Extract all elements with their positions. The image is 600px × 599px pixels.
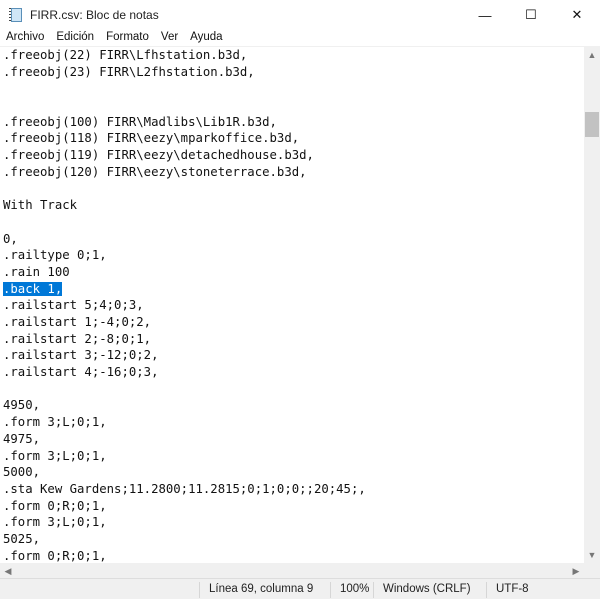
text-line[interactable] xyxy=(0,97,584,114)
text-line[interactable]: .form 3;L;0;1, xyxy=(0,414,584,431)
text-line[interactable]: .freeobj(23) FIRR\L2fhstation.b3d, xyxy=(0,64,584,81)
close-button[interactable]: ✕ xyxy=(554,0,600,30)
selected-text[interactable]: .back 1, xyxy=(3,281,63,296)
menu-archivo[interactable]: Archivo xyxy=(0,30,50,46)
horizontal-scrollbar[interactable]: ◀ ▶ xyxy=(0,563,584,578)
text-line[interactable]: 5000, xyxy=(0,464,584,481)
vertical-scrollbar[interactable]: ▲ ▼ xyxy=(584,47,600,563)
text-line[interactable]: With Track xyxy=(0,197,584,214)
text-line[interactable]: .freeobj(119) FIRR\eezy\detachedhouse.b3… xyxy=(0,147,584,164)
maximize-button[interactable]: ☐ xyxy=(508,0,554,30)
scroll-left-icon[interactable]: ◀ xyxy=(0,563,16,579)
menu-bar: Archivo Edición Formato Ver Ayuda xyxy=(0,30,600,47)
text-line[interactable]: .railstart 5;4;0;3, xyxy=(0,297,584,314)
text-line[interactable]: .form 0;R;0;1, xyxy=(0,548,584,563)
text-line[interactable]: .railstart 1;-4;0;2, xyxy=(0,314,584,331)
title-bar: FIRR.csv: Bloc de notas — ☐ ✕ xyxy=(0,0,600,30)
text-line[interactable]: .form 3;L;0;1, xyxy=(0,448,584,465)
vertical-scroll-thumb[interactable] xyxy=(585,112,599,137)
menu-ver[interactable]: Ver xyxy=(155,30,184,46)
scrollbar-corner xyxy=(584,563,600,578)
text-line[interactable]: .freeobj(120) FIRR\eezy\stoneterrace.b3d… xyxy=(0,164,584,181)
notepad-icon xyxy=(8,7,24,23)
text-line[interactable]: .form 0;R;0;1, xyxy=(0,498,584,515)
menu-edicion[interactable]: Edición xyxy=(50,30,100,46)
text-line[interactable] xyxy=(0,181,584,198)
text-line[interactable] xyxy=(0,80,584,97)
text-line[interactable]: .freeobj(100) FIRR\Madlibs\Lib1R.b3d, xyxy=(0,114,584,131)
text-line[interactable]: 5025, xyxy=(0,531,584,548)
text-line[interactable]: 4975, xyxy=(0,431,584,448)
text-line[interactable]: .rain 100 xyxy=(0,264,584,281)
text-line[interactable] xyxy=(0,381,584,398)
status-bar: Línea 69, columna 9 100% Windows (CRLF) … xyxy=(0,578,600,599)
text-line[interactable]: .railstart 2;-8;0;1, xyxy=(0,331,584,348)
cursor-position: Línea 69, columna 9 xyxy=(199,582,313,598)
text-line[interactable]: .freeobj(118) FIRR\eezy\mparkoffice.b3d, xyxy=(0,130,584,147)
text-line[interactable]: .freeobj(22) FIRR\Lfhstation.b3d, xyxy=(0,47,584,64)
text-line[interactable]: .form 3;L;0;1, xyxy=(0,514,584,531)
menu-ayuda[interactable]: Ayuda xyxy=(184,30,228,46)
scroll-up-icon[interactable]: ▲ xyxy=(584,47,600,63)
encoding: UTF-8 xyxy=(486,582,529,598)
text-editor[interactable]: .freeobj(22) FIRR\Lfhstation.b3d, .freeob… xyxy=(0,47,584,563)
scroll-right-icon[interactable]: ▶ xyxy=(568,563,584,579)
text-line[interactable]: .railtype 0;1, xyxy=(0,247,584,264)
text-line[interactable]: 0, xyxy=(0,231,584,248)
line-ending: Windows (CRLF) xyxy=(373,582,471,598)
minimize-button[interactable]: — xyxy=(462,0,508,30)
text-line[interactable]: .railstart 3;-12;0;2, xyxy=(0,347,584,364)
window-title: FIRR.csv: Bloc de notas xyxy=(30,8,159,22)
text-line[interactable]: .back 1, xyxy=(0,281,584,298)
text-line[interactable]: 4950, xyxy=(0,397,584,414)
text-line[interactable] xyxy=(0,214,584,231)
menu-formato[interactable]: Formato xyxy=(100,30,155,46)
zoom-level: 100% xyxy=(330,582,369,598)
text-line[interactable]: .railstart 4;-16;0;3, xyxy=(0,364,584,381)
text-line[interactable]: .sta Kew Gardens;11.2800;11.2815;0;1;0;0… xyxy=(0,481,584,498)
scroll-down-icon[interactable]: ▼ xyxy=(584,547,600,563)
